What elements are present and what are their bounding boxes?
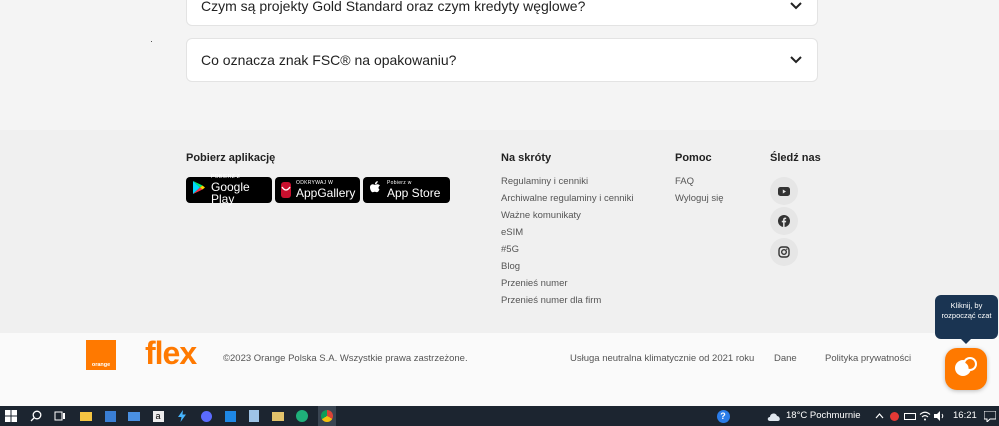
- chat-tooltip: Kliknij, by rozpocząć czat: [935, 295, 998, 344]
- faq-section: Czym są projekty Gold Standard oraz czym…: [0, 0, 999, 130]
- huawei-badge-big: AppGallery: [296, 186, 356, 200]
- app-icon-1[interactable]: [103, 409, 117, 423]
- bottom-bar: orange flex ©2023 Orange Polska S.A. Wsz…: [0, 333, 999, 406]
- link-dane[interactable]: Dane: [774, 353, 797, 364]
- weather-text[interactable]: 18°C Pochmurnie: [786, 410, 861, 421]
- chevron-down-icon: [789, 53, 803, 67]
- huawei-icon: [281, 182, 291, 198]
- link-blog[interactable]: Blog: [501, 261, 520, 272]
- windows-taskbar: a ? 18°C Pochmurnie 16:21: [0, 406, 999, 426]
- volume-icon[interactable]: [933, 409, 947, 423]
- chrome-icon[interactable]: [318, 406, 336, 426]
- link-regulaminy[interactable]: Regulaminy i cenniki: [501, 176, 588, 187]
- apple-icon: [369, 180, 382, 200]
- link-przenies-numer-firmy[interactable]: Przenieś numer dla firm: [501, 295, 601, 306]
- chat-icon: [953, 354, 979, 385]
- battery-icon[interactable]: [903, 409, 917, 423]
- app-store-badge[interactable]: Pobierz w App Store: [363, 177, 450, 203]
- orange-logo-text: orange: [91, 362, 111, 368]
- stray-dot: [151, 41, 152, 42]
- facebook-icon[interactable]: [770, 207, 798, 235]
- weather-cloud-icon[interactable]: [766, 409, 782, 423]
- link-komunikaty[interactable]: Ważne komunikaty: [501, 210, 581, 221]
- edge-icon[interactable]: [295, 409, 309, 423]
- google-play-icon: [192, 180, 206, 200]
- help-title: Pomoc: [675, 152, 712, 164]
- footer: Pobierz aplikację POBIERZ Z Google Play …: [0, 130, 999, 333]
- copyright-text: ©2023 Orange Polska S.A. Wszystkie prawa…: [223, 353, 468, 364]
- task-view-icon[interactable]: [53, 409, 67, 423]
- link-archiwalne[interactable]: Archiwalne regulaminy i cenniki: [501, 193, 634, 204]
- faq-item-gold-standard[interactable]: Czym są projekty Gold Standard oraz czym…: [186, 0, 818, 26]
- link-faq[interactable]: FAQ: [675, 176, 694, 187]
- clock-time[interactable]: 16:21: [953, 410, 977, 421]
- google-play-badge[interactable]: POBIERZ Z Google Play: [186, 175, 272, 206]
- flex-logo[interactable]: flex: [145, 335, 197, 372]
- link-neutralna[interactable]: Usługa neutralna klimatycznie od 2021 ro…: [570, 353, 754, 364]
- link-esim[interactable]: eSIM: [501, 227, 523, 238]
- chevron-up-icon[interactable]: [872, 409, 886, 423]
- app-gallery-badge[interactable]: ODKRYWAJ W AppGallery: [275, 177, 360, 203]
- windows-start-icon[interactable]: [4, 409, 18, 423]
- app-icon-3[interactable]: [223, 409, 237, 423]
- faq-item-fsc[interactable]: Co oznacza znak FSC® na opakowaniu?: [186, 38, 818, 82]
- youtube-icon[interactable]: [770, 177, 798, 205]
- link-5g[interactable]: #5G: [501, 244, 519, 255]
- mail-icon[interactable]: [127, 409, 141, 423]
- shortcuts-title: Na skróty: [501, 152, 552, 164]
- google-badge-big: Google Play: [211, 180, 250, 206]
- faq-question: Czym są projekty Gold Standard oraz czym…: [201, 0, 586, 14]
- help-icon[interactable]: ?: [716, 409, 730, 423]
- app-icon-4[interactable]: [247, 409, 261, 423]
- follow-title: Śledź nas: [770, 152, 821, 164]
- wifi-icon[interactable]: [918, 409, 932, 423]
- faq-question: Co oznacza znak FSC® na opakowaniu?: [201, 52, 457, 68]
- apple-badge-big: App Store: [387, 186, 441, 200]
- link-wyloguj[interactable]: Wyloguj się: [675, 193, 724, 204]
- chat-button[interactable]: [945, 348, 987, 390]
- amazon-icon[interactable]: a: [151, 409, 165, 423]
- instagram-icon[interactable]: [770, 238, 798, 266]
- chevron-down-icon: [789, 0, 803, 13]
- notification-badge-icon[interactable]: [887, 409, 901, 423]
- file-explorer-icon[interactable]: [79, 409, 93, 423]
- link-polityka[interactable]: Polityka prywatności: [825, 353, 911, 364]
- action-center-icon[interactable]: [983, 409, 997, 423]
- apps-title: Pobierz aplikację: [186, 152, 276, 164]
- app-icon-2[interactable]: [199, 409, 213, 423]
- link-przenies-numer[interactable]: Przenieś numer: [501, 278, 568, 289]
- lightning-icon[interactable]: [175, 409, 189, 423]
- app-icon-5[interactable]: [271, 409, 285, 423]
- search-icon[interactable]: [29, 409, 43, 423]
- orange-logo[interactable]: orange: [86, 340, 116, 370]
